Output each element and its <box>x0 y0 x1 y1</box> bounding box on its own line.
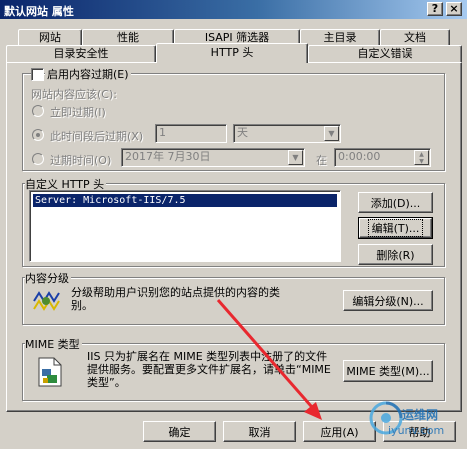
help-title-button[interactable]: ? <box>427 2 443 16</box>
mime-types-label: MIME 类型 <box>25 336 82 352</box>
ok-label: 确定 <box>168 425 191 439</box>
custom-headers-group: 自定义 HTTP 头 Server: Microsoft-IIS/7.5 添加(… <box>22 176 445 267</box>
tab-directory-security[interactable]: 目录安全性 <box>6 45 156 62</box>
expire-time-field[interactable]: 0:00:00 ▲ ▼ <box>334 148 431 167</box>
edit-header-label: 编辑(T)... <box>367 219 424 237</box>
edit-header-button[interactable]: 编辑(T)... <box>358 217 433 239</box>
cancel-label: 取消 <box>248 425 271 439</box>
expiration-group: 启用内容过期(E) 网站内容应该(C): 立即过期(I) 此时间段后过期(X) … <box>22 66 445 171</box>
watermark-url: iyunv.com <box>388 424 445 437</box>
add-header-button[interactable]: 添加(D)... <box>358 192 433 213</box>
tab-documents[interactable]: 文档 <box>380 29 450 46</box>
expire-after-radio[interactable] <box>32 129 44 141</box>
enable-expiration-label[interactable]: 启用内容过期(E) <box>45 66 131 82</box>
custom-headers-list[interactable]: Server: Microsoft-IIS/7.5 <box>29 190 341 262</box>
expire-unit-value: 天 <box>237 126 248 139</box>
tab-label: 文档 <box>404 31 426 44</box>
http-headers-panel: 启用内容过期(E) 网站内容应该(C): 立即过期(I) 此时间段后过期(X) … <box>6 62 462 412</box>
content-rating-group: 内容分级 分级帮助用户识别您的站点提供的内容的类别。 编辑分级(N)... <box>22 270 445 325</box>
cancel-button[interactable]: 取消 <box>223 421 296 442</box>
tab-label: 性能 <box>117 31 139 44</box>
chevron-down-icon[interactable]: ▼ <box>288 150 303 165</box>
tab-website[interactable]: 网站 <box>18 29 82 46</box>
apply-label: 应用(A) <box>320 425 359 439</box>
title-bar: 默认网站 属性 ? × <box>0 0 467 19</box>
delete-header-button[interactable]: 删除(R) <box>358 244 433 265</box>
apply-button[interactable]: 应用(A) <box>303 421 376 442</box>
watermark-name: 运维网 <box>402 408 439 422</box>
mime-document-icon <box>38 357 62 387</box>
enable-expiration-checkbox[interactable] <box>31 68 44 81</box>
tab-label: 网站 <box>39 31 61 44</box>
immediate-label: 立即过期(I) <box>50 106 106 119</box>
tab-label: HTTP 头 <box>210 46 254 59</box>
tab-label: 自定义错误 <box>357 47 413 60</box>
rating-description: 分级帮助用户识别您的站点提供的内容的类别。 <box>71 286 280 312</box>
tab-home-directory[interactable]: 主目录 <box>300 29 380 46</box>
mime-types-button[interactable]: MIME 类型(M)... <box>343 360 433 382</box>
delete-header-label: 删除(R) <box>376 248 415 262</box>
expire-on-radio[interactable] <box>32 153 44 165</box>
list-item[interactable]: Server: Microsoft-IIS/7.5 <box>33 194 337 207</box>
add-header-label: 添加(D)... <box>370 196 421 210</box>
immediate-radio[interactable] <box>32 105 44 117</box>
content-should-label: 网站内容应该(C): <box>31 88 117 101</box>
mime-description: IIS 只为扩展名在 MIME 类型列表中注册了的文件提供服务。要配置更多文件扩… <box>87 350 331 389</box>
edit-ratings-button[interactable]: 编辑分级(N)... <box>343 290 433 311</box>
close-button[interactable]: × <box>446 2 462 16</box>
expire-after-label: 此时间段后过期(X) <box>50 130 144 143</box>
expire-date-picker[interactable]: 2017年 7月30日 ▼ <box>121 148 305 167</box>
expire-on-label: 过期时间(O) <box>50 154 112 167</box>
expire-unit-select[interactable]: 天 ▼ <box>233 124 341 143</box>
chevron-down-icon[interactable]: ▼ <box>324 126 339 141</box>
content-rating-label: 内容分级 <box>25 270 71 286</box>
watermark: 运维网 iyunv.com <box>368 396 464 444</box>
expire-time-value: 0:00:00 <box>338 150 381 163</box>
tab-http-headers[interactable]: HTTP 头 <box>156 43 308 63</box>
edit-ratings-label: 编辑分级(N)... <box>352 294 424 308</box>
tab-custom-errors[interactable]: 自定义错误 <box>308 45 462 62</box>
spinner-icon[interactable]: ▲ ▼ <box>414 150 429 165</box>
mime-types-button-label: MIME 类型(M)... <box>346 365 430 378</box>
tab-label: 目录安全性 <box>53 47 109 60</box>
mime-types-group: MIME 类型 IIS 只为扩展名在 MIME 类型列表中注册了的文件提供服务。… <box>22 336 445 401</box>
window-title: 默认网站 属性 <box>4 5 74 18</box>
expire-date-value: 2017年 7月30日 <box>125 150 211 163</box>
ok-button[interactable]: 确定 <box>143 421 216 442</box>
rating-icon <box>33 291 60 311</box>
at-label: 在 <box>316 154 327 167</box>
expire-after-value-field[interactable]: 1 <box>155 124 227 143</box>
tab-label: 主目录 <box>323 31 357 44</box>
